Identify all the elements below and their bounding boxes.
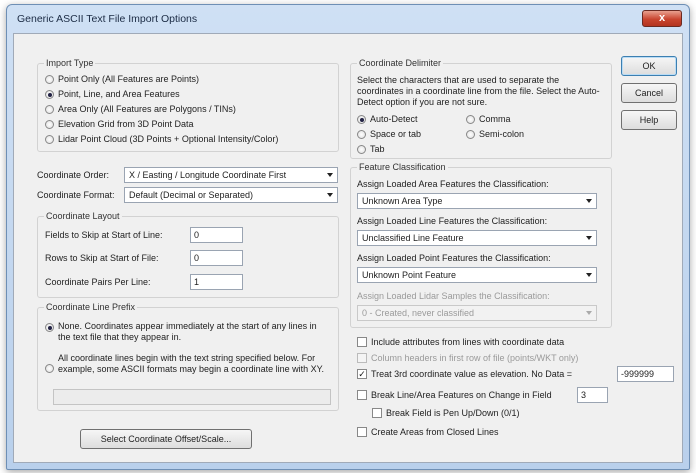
line-prefix-label-none: None. Coordinates appear immediately at … xyxy=(58,321,317,342)
import-type-label-point-only: Point Only (All Features are Points) xyxy=(58,74,200,84)
import-type-label-area-only: Area Only (All Features are Polygons / T… xyxy=(58,104,236,114)
fields-to-skip-input[interactable]: 0 xyxy=(190,227,243,243)
delimiter-label-semicolon: Semi-colon xyxy=(479,129,525,139)
dialog-title: Generic ASCII Text File Import Options xyxy=(17,13,198,25)
coordinate-format-dropdown[interactable]: Default (Decimal or Separated) xyxy=(124,187,338,203)
delimiter-label-tab: Tab xyxy=(370,144,385,154)
coordinate-pairs-input[interactable]: 1 xyxy=(190,274,243,290)
close-button[interactable]: x xyxy=(642,10,682,27)
line-prefix-input[interactable] xyxy=(53,389,331,405)
import-type-radio-area-only[interactable] xyxy=(45,105,54,114)
treat-3rd-elevation-label: Treat 3rd coordinate value as elevation.… xyxy=(371,369,573,379)
coordinate-order-dropdown[interactable]: X / Easting / Longitude Coordinate First xyxy=(124,167,338,183)
break-line-label: Break Line/Area Features on Change in Fi… xyxy=(371,390,552,400)
ok-button[interactable]: OK xyxy=(621,56,677,76)
area-class-label: Assign Loaded Area Features the Classifi… xyxy=(357,179,549,189)
rows-to-skip-input[interactable]: 0 xyxy=(190,250,243,266)
line-class-label: Assign Loaded Line Features the Classifi… xyxy=(357,216,548,226)
line-prefix-label-prefix: All coordinate lines begin with the text… xyxy=(58,353,324,374)
feature-classification-legend: Feature Classification xyxy=(357,162,448,172)
treat-3rd-elevation-checkbox[interactable]: ✓ xyxy=(357,369,367,379)
select-offset-scale-button[interactable]: Select Coordinate Offset/Scale... xyxy=(80,429,252,449)
column-headers-checkbox[interactable] xyxy=(357,353,367,363)
help-button[interactable]: Help xyxy=(621,110,677,130)
import-type-label-point-line-area: Point, Line, and Area Features xyxy=(58,89,180,99)
chevron-down-icon xyxy=(327,173,333,177)
break-line-checkbox[interactable] xyxy=(357,390,367,400)
delimiter-description: Select the characters that are used to s… xyxy=(357,75,600,107)
coordinate-order-label: Coordinate Order: xyxy=(37,170,110,180)
lidar-class-value: 0 - Created, never classified xyxy=(362,308,475,318)
break-field-input[interactable]: 3 xyxy=(577,387,608,403)
lidar-class-dropdown[interactable]: 0 - Created, never classified xyxy=(357,305,597,321)
line-prefix-radio-prefix[interactable] xyxy=(45,364,54,373)
point-class-dropdown[interactable]: Unknown Point Feature xyxy=(357,267,597,283)
point-class-value: Unknown Point Feature xyxy=(362,270,457,280)
cancel-button[interactable]: Cancel xyxy=(621,83,677,103)
include-attributes-label: Include attributes from lines with coord… xyxy=(371,337,565,347)
import-type-radio-point-only[interactable] xyxy=(45,75,54,84)
coordinate-delimiter-legend: Coordinate Delimiter xyxy=(357,58,444,68)
delimiter-label-auto-detect: Auto-Detect xyxy=(370,114,418,124)
area-class-value: Unknown Area Type xyxy=(362,196,443,206)
import-options-dialog: Generic ASCII Text File Import Options x… xyxy=(6,4,690,470)
rows-to-skip-label: Rows to Skip at Start of File: xyxy=(45,253,159,263)
delimiter-label-comma: Comma xyxy=(479,114,511,124)
import-type-label-elevation-grid: Elevation Grid from 3D Point Data xyxy=(58,119,194,129)
chevron-down-icon xyxy=(327,193,333,197)
column-headers-label: Column headers in first row of file (poi… xyxy=(371,353,579,363)
line-prefix-radio-none[interactable] xyxy=(45,323,54,332)
area-class-dropdown[interactable]: Unknown Area Type xyxy=(357,193,597,209)
line-prefix-legend: Coordinate Line Prefix xyxy=(44,302,138,312)
import-type-radio-point-line-area[interactable] xyxy=(45,90,54,99)
coordinate-layout-legend: Coordinate Layout xyxy=(44,211,122,221)
chevron-down-icon xyxy=(586,273,592,277)
fields-to-skip-label: Fields to Skip at Start of Line: xyxy=(45,230,163,240)
import-type-legend: Import Type xyxy=(44,58,96,68)
break-field-pen-label: Break Field is Pen Up/Down (0/1) xyxy=(386,408,520,418)
chevron-down-icon xyxy=(586,236,592,240)
break-field-pen-checkbox[interactable] xyxy=(372,408,382,418)
chevron-down-icon xyxy=(586,311,592,315)
import-type-radio-elevation-grid[interactable] xyxy=(45,120,54,129)
delimiter-radio-space-tab[interactable] xyxy=(357,130,366,139)
delimiter-radio-auto-detect[interactable] xyxy=(357,115,366,124)
lidar-class-label: Assign Loaded Lidar Samples the Classifi… xyxy=(357,291,550,301)
coordinate-format-value: Default (Decimal or Separated) xyxy=(129,190,254,200)
coordinate-order-value: X / Easting / Longitude Coordinate First xyxy=(129,170,287,180)
delimiter-label-space-tab: Space or tab xyxy=(370,129,422,139)
dialog-client-area: Import Type Point Only (All Features are… xyxy=(13,33,683,463)
line-class-dropdown[interactable]: Unclassified Line Feature xyxy=(357,230,597,246)
delimiter-radio-comma[interactable] xyxy=(466,115,475,124)
coordinate-format-label: Coordinate Format: xyxy=(37,190,115,200)
coordinate-pairs-label: Coordinate Pairs Per Line: xyxy=(45,277,151,287)
create-areas-label: Create Areas from Closed Lines xyxy=(371,427,499,437)
chevron-down-icon xyxy=(586,199,592,203)
create-areas-checkbox[interactable] xyxy=(357,427,367,437)
feature-classification-group: Feature Classification xyxy=(350,162,612,328)
line-class-value: Unclassified Line Feature xyxy=(362,233,464,243)
import-type-label-lidar: Lidar Point Cloud (3D Points + Optional … xyxy=(58,134,279,144)
include-attributes-checkbox[interactable] xyxy=(357,337,367,347)
nodata-value-input[interactable]: -999999 xyxy=(617,366,674,382)
delimiter-radio-semicolon[interactable] xyxy=(466,130,475,139)
delimiter-radio-tab[interactable] xyxy=(357,145,366,154)
point-class-label: Assign Loaded Point Features the Classif… xyxy=(357,253,551,263)
import-type-radio-lidar[interactable] xyxy=(45,135,54,144)
